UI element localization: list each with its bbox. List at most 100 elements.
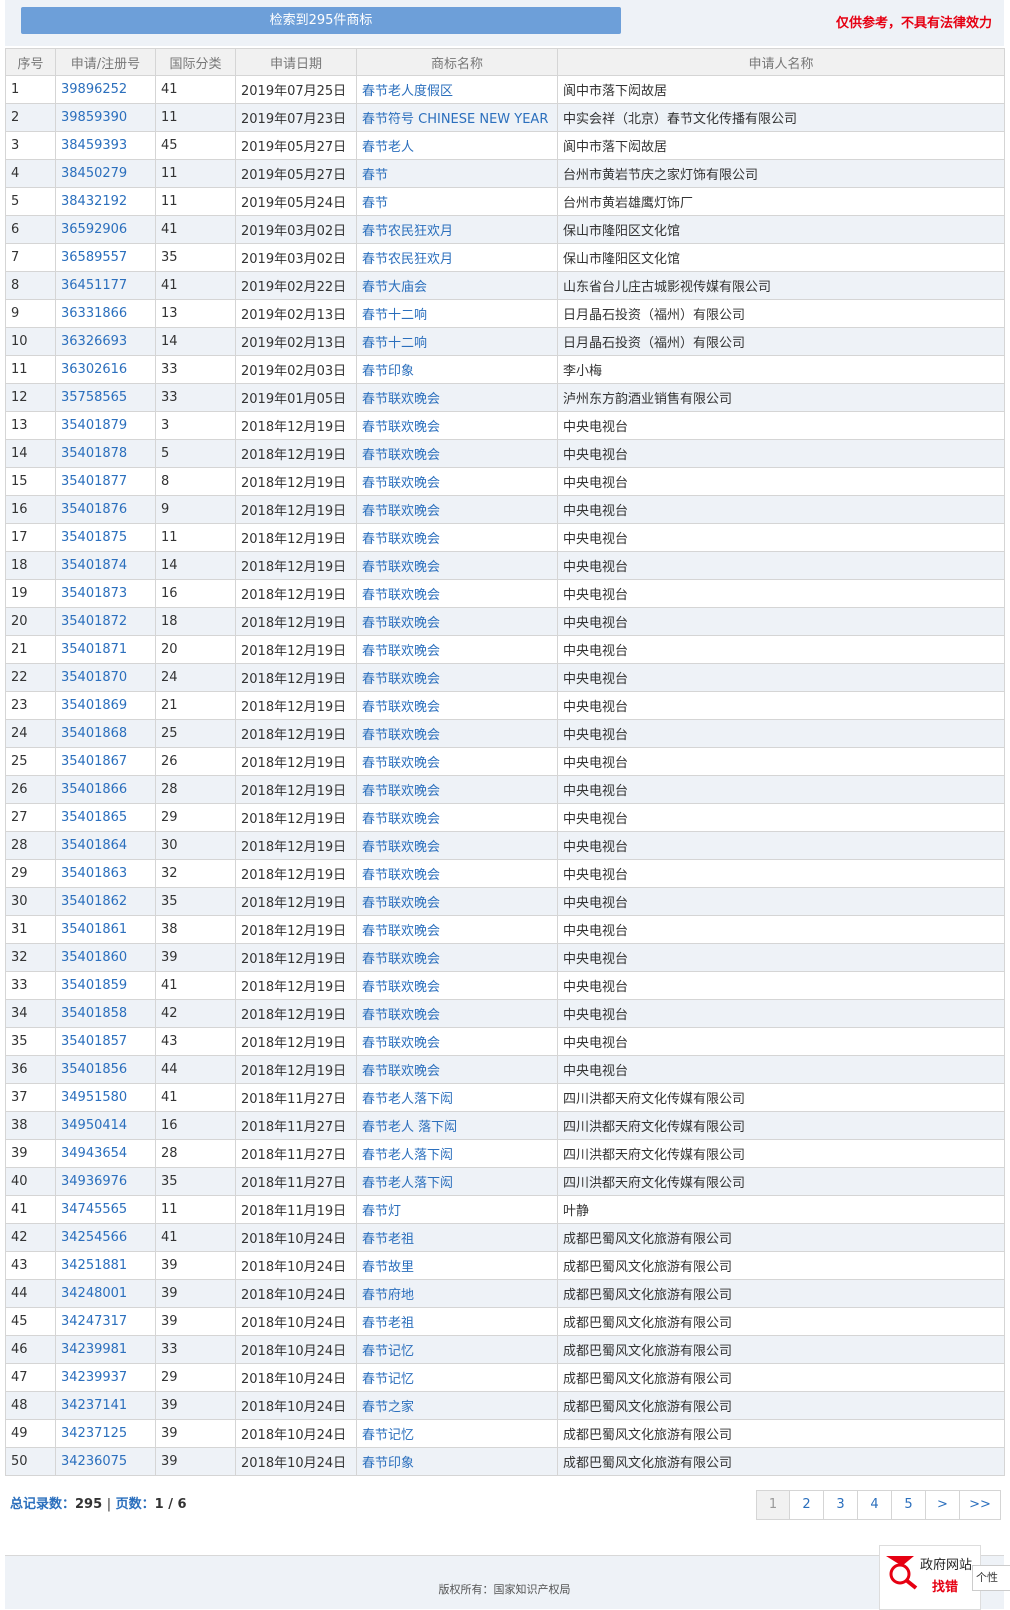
reg-number-link[interactable]: 35401859 bbox=[55, 971, 156, 1000]
mark-name-link[interactable]: 春节联欢晚会 bbox=[356, 523, 558, 552]
reg-number-link[interactable]: 36302616 bbox=[55, 355, 156, 384]
mark-name-link[interactable]: 春节联欢晚会 bbox=[356, 831, 558, 860]
reg-number-link[interactable]: 34936976 bbox=[55, 1167, 156, 1196]
mark-name-link[interactable]: 春节农民狂欢月 bbox=[356, 215, 558, 244]
reg-number-link[interactable]: 38459393 bbox=[55, 131, 156, 160]
mark-name-link[interactable]: 春节大庙会 bbox=[356, 271, 558, 300]
mark-name-link[interactable]: 春节老祖 bbox=[356, 1223, 558, 1252]
reg-number-link[interactable]: 36592906 bbox=[55, 215, 156, 244]
reg-number-link[interactable]: 35401863 bbox=[55, 859, 156, 888]
mark-name-link[interactable]: 春节联欢晚会 bbox=[356, 859, 558, 888]
reg-number-link[interactable]: 34251881 bbox=[55, 1251, 156, 1280]
mark-name-link[interactable]: 春节府地 bbox=[356, 1279, 558, 1308]
mark-name-link[interactable]: 春节联欢晚会 bbox=[356, 635, 558, 664]
reg-number-link[interactable]: 35401875 bbox=[55, 523, 156, 552]
mark-name-link[interactable]: 春节联欢晚会 bbox=[356, 747, 558, 776]
reg-number-link[interactable]: 35401868 bbox=[55, 719, 156, 748]
mark-name-link[interactable]: 春节老祖 bbox=[356, 1307, 558, 1336]
mark-name-link[interactable]: 春节联欢晚会 bbox=[356, 607, 558, 636]
mark-name-link[interactable]: 春节联欢晚会 bbox=[356, 467, 558, 496]
reg-number-link[interactable]: 36589557 bbox=[55, 243, 156, 272]
reg-number-link[interactable]: 38450279 bbox=[55, 159, 156, 188]
reg-number-link[interactable]: 34951580 bbox=[55, 1083, 156, 1112]
mark-name-link[interactable]: 春节联欢晚会 bbox=[356, 495, 558, 524]
reg-number-link[interactable]: 34745565 bbox=[55, 1195, 156, 1224]
mark-name-link[interactable]: 春节灯 bbox=[356, 1195, 558, 1224]
mark-name-link[interactable]: 春节之家 bbox=[356, 1391, 558, 1420]
reg-number-link[interactable]: 34943654 bbox=[55, 1139, 156, 1168]
mark-name-link[interactable]: 春节故里 bbox=[356, 1251, 558, 1280]
page-link-last[interactable]: >> bbox=[959, 1490, 1001, 1520]
reg-number-link[interactable]: 35401879 bbox=[55, 411, 156, 440]
mark-name-link[interactable]: 春节老人落下闳 bbox=[356, 1083, 558, 1112]
mark-name-link[interactable]: 春节联欢晚会 bbox=[356, 803, 558, 832]
reg-number-link[interactable]: 35401870 bbox=[55, 663, 156, 692]
reg-number-link[interactable]: 35401864 bbox=[55, 831, 156, 860]
reg-number-link[interactable]: 34237125 bbox=[55, 1419, 156, 1448]
mark-name-link[interactable]: 春节记忆 bbox=[356, 1363, 558, 1392]
mark-name-link[interactable]: 春节 bbox=[356, 187, 558, 216]
reg-number-link[interactable]: 35401856 bbox=[55, 1055, 156, 1084]
mark-name-link[interactable]: 春节联欢晚会 bbox=[356, 383, 558, 412]
reg-number-link[interactable]: 35401869 bbox=[55, 691, 156, 720]
mark-name-link[interactable]: 春节符号 CHINESE NEW YEAR bbox=[356, 103, 558, 132]
reg-number-link[interactable]: 35401860 bbox=[55, 943, 156, 972]
reg-number-link[interactable]: 35401865 bbox=[55, 803, 156, 832]
mark-name-link[interactable]: 春节老人 bbox=[356, 131, 558, 160]
reg-number-link[interactable]: 36326693 bbox=[55, 327, 156, 356]
mark-name-link[interactable]: 春节老人 落下闳 bbox=[356, 1111, 558, 1140]
reg-number-link[interactable]: 35401871 bbox=[55, 635, 156, 664]
page-link-2[interactable]: 2 bbox=[789, 1490, 824, 1520]
reg-number-link[interactable]: 34239937 bbox=[55, 1363, 156, 1392]
reg-number-link[interactable]: 35401866 bbox=[55, 775, 156, 804]
mark-name-link[interactable]: 春节联欢晚会 bbox=[356, 439, 558, 468]
reg-number-link[interactable]: 35401872 bbox=[55, 607, 156, 636]
mark-name-link[interactable]: 春节联欢晚会 bbox=[356, 1055, 558, 1084]
reg-number-link[interactable]: 35401862 bbox=[55, 887, 156, 916]
page-link-1[interactable]: 1 bbox=[756, 1490, 790, 1520]
reg-number-link[interactable]: 35401857 bbox=[55, 1027, 156, 1056]
reg-number-link[interactable]: 35401877 bbox=[55, 467, 156, 496]
mark-name-link[interactable]: 春节联欢晚会 bbox=[356, 887, 558, 916]
reg-number-link[interactable]: 35401876 bbox=[55, 495, 156, 524]
gov-site-error-report-badge[interactable]: 政府网站 找错 bbox=[879, 1545, 981, 1610]
mark-name-link[interactable]: 春节联欢晚会 bbox=[356, 719, 558, 748]
reg-number-link[interactable]: 39859390 bbox=[55, 103, 156, 132]
reg-number-link[interactable]: 35758565 bbox=[55, 383, 156, 412]
reg-number-link[interactable]: 35401858 bbox=[55, 999, 156, 1028]
reg-number-link[interactable]: 34247317 bbox=[55, 1307, 156, 1336]
reg-number-link[interactable]: 34254566 bbox=[55, 1223, 156, 1252]
reg-number-link[interactable]: 38432192 bbox=[55, 187, 156, 216]
mark-name-link[interactable]: 春节记忆 bbox=[356, 1335, 558, 1364]
mark-name-link[interactable]: 春节联欢晚会 bbox=[356, 999, 558, 1028]
mark-name-link[interactable]: 春节农民狂欢月 bbox=[356, 243, 558, 272]
reg-number-link[interactable]: 39896252 bbox=[55, 75, 156, 104]
reg-number-link[interactable]: 34248001 bbox=[55, 1279, 156, 1308]
reg-number-link[interactable]: 36331866 bbox=[55, 299, 156, 328]
reg-number-link[interactable]: 35401861 bbox=[55, 915, 156, 944]
page-link-4[interactable]: 4 bbox=[857, 1490, 892, 1520]
reg-number-link[interactable]: 35401873 bbox=[55, 579, 156, 608]
mark-name-link[interactable]: 春节十二响 bbox=[356, 299, 558, 328]
mark-name-link[interactable]: 春节联欢晚会 bbox=[356, 943, 558, 972]
mark-name-link[interactable]: 春节印象 bbox=[356, 1447, 558, 1476]
mark-name-link[interactable]: 春节老人度假区 bbox=[356, 75, 558, 104]
reg-number-link[interactable]: 35401874 bbox=[55, 551, 156, 580]
reg-number-link[interactable]: 34236075 bbox=[55, 1447, 156, 1476]
page-link-3[interactable]: 3 bbox=[823, 1490, 858, 1520]
mark-name-link[interactable]: 春节 bbox=[356, 159, 558, 188]
mark-name-link[interactable]: 春节老人落下闳 bbox=[356, 1167, 558, 1196]
search-result-count-button[interactable]: 检索到295件商标 bbox=[21, 7, 621, 34]
reg-number-link[interactable]: 34239981 bbox=[55, 1335, 156, 1364]
page-link-next[interactable]: > bbox=[925, 1490, 960, 1520]
mark-name-link[interactable]: 春节联欢晚会 bbox=[356, 551, 558, 580]
mark-name-link[interactable]: 春节印象 bbox=[356, 355, 558, 384]
mark-name-link[interactable]: 春节联欢晚会 bbox=[356, 971, 558, 1000]
mark-name-link[interactable]: 春节联欢晚会 bbox=[356, 579, 558, 608]
mark-name-link[interactable]: 春节记忆 bbox=[356, 1419, 558, 1448]
mark-name-link[interactable]: 春节联欢晚会 bbox=[356, 915, 558, 944]
personal-tab[interactable]: 个性 bbox=[972, 1565, 1010, 1591]
reg-number-link[interactable]: 34950414 bbox=[55, 1111, 156, 1140]
page-link-5[interactable]: 5 bbox=[891, 1490, 926, 1520]
reg-number-link[interactable]: 36451177 bbox=[55, 271, 156, 300]
